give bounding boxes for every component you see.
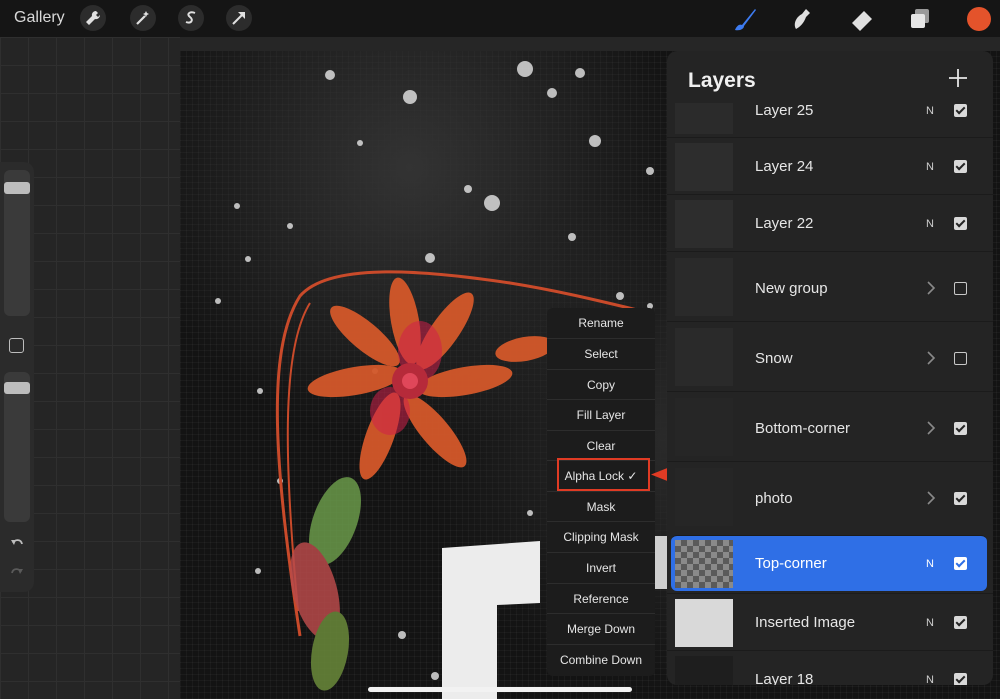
home-indicator[interactable] (368, 687, 632, 692)
brush-icon[interactable] (731, 5, 759, 33)
brush-opacity-slider[interactable] (4, 372, 30, 522)
layer-options-menu: Rename Select Copy Fill Layer Clear Alph… (547, 308, 655, 676)
layer-name: New group (755, 280, 828, 297)
alpha-lock-highlight-box (557, 458, 650, 491)
chevron-right-icon[interactable] (926, 421, 936, 435)
layer-thumbnail (675, 540, 733, 588)
blend-mode-button[interactable]: N (926, 674, 934, 685)
layer-name: Layer 22 (755, 215, 814, 232)
modify-button[interactable] (9, 338, 24, 353)
layer-name: photo (755, 490, 793, 507)
layer-thumbnail (675, 599, 733, 647)
blend-mode-button[interactable]: N (926, 558, 934, 570)
layer-visibility-checkbox[interactable] (954, 217, 967, 230)
group-thumbnail (675, 468, 733, 526)
menu-item-clipping-mask[interactable]: Clipping Mask (547, 521, 655, 551)
layer-visibility-checkbox[interactable] (954, 282, 967, 295)
chevron-right-icon[interactable] (926, 491, 936, 505)
menu-item-merge-down[interactable]: Merge Down (547, 613, 655, 643)
layer-visibility-checkbox[interactable] (954, 492, 967, 505)
brush-sidebar (0, 162, 34, 592)
layer-visibility-checkbox[interactable] (954, 352, 967, 365)
layer-visibility-checkbox[interactable] (954, 673, 967, 685)
layer-name: Bottom-corner (755, 420, 851, 437)
top-toolbar: Gallery (0, 0, 1000, 37)
layer-row-photo[interactable]: photo (667, 461, 993, 531)
selection-s-icon[interactable] (178, 5, 204, 31)
layer-visibility-checkbox[interactable] (954, 104, 967, 117)
layer-row-bottom-corner[interactable]: Bottom-corner (667, 391, 993, 461)
chevron-right-icon[interactable] (926, 351, 936, 365)
layer-name: Inserted Image (755, 614, 856, 631)
menu-item-invert[interactable]: Invert (547, 552, 655, 582)
layers-title: Layers (688, 69, 756, 92)
menu-item-combine-down[interactable]: Combine Down (547, 644, 655, 674)
wrench-icon[interactable] (80, 5, 106, 31)
blend-mode-button[interactable]: N (926, 617, 934, 629)
layer-name: Layer 18 (755, 671, 814, 685)
add-layer-icon[interactable] (948, 68, 968, 88)
layer-row-layer-18[interactable]: Layer 18 N (667, 650, 993, 685)
menu-item-fill-layer[interactable]: Fill Layer (547, 399, 655, 429)
layer-row-layer-25[interactable]: Layer 25 N (667, 103, 993, 137)
layer-thumbnail (675, 200, 733, 248)
magic-wand-icon[interactable] (130, 5, 156, 31)
layer-row-layer-22[interactable]: Layer 22 N (667, 194, 993, 251)
menu-item-rename[interactable]: Rename (547, 308, 655, 338)
brush-size-handle[interactable] (4, 182, 30, 194)
undo-icon[interactable] (9, 535, 25, 551)
layers-list: Layer 25 N Layer 24 N Layer 22 N New gro… (667, 103, 993, 685)
layers-panel: Layers Layer 25 N Layer 24 N Layer 22 N … (667, 51, 993, 685)
brush-opacity-handle[interactable] (4, 382, 30, 394)
layer-row-new-group[interactable]: New group (667, 251, 993, 321)
layer-visibility-checkbox[interactable] (954, 557, 967, 570)
layer-visibility-checkbox[interactable] (954, 160, 967, 173)
redo-icon[interactable] (9, 564, 25, 580)
blend-mode-button[interactable]: N (926, 105, 934, 117)
layer-name: Top-corner (755, 555, 827, 572)
menu-item-clear[interactable]: Clear (547, 430, 655, 460)
layer-visibility-checkbox[interactable] (954, 422, 967, 435)
menu-item-mask[interactable]: Mask (547, 491, 655, 521)
brush-size-slider[interactable] (4, 170, 30, 316)
transform-arrow-icon[interactable] (226, 5, 252, 31)
eraser-icon[interactable] (848, 5, 876, 33)
layer-name: Layer 24 (755, 158, 814, 175)
layer-thumbnail (675, 143, 733, 191)
workspace-top-strip (180, 37, 1000, 51)
layer-thumbnail (675, 103, 733, 134)
chevron-right-icon[interactable] (926, 281, 936, 295)
group-thumbnail (675, 328, 733, 386)
layer-visibility-checkbox[interactable] (954, 616, 967, 629)
layer-row-top-corner[interactable]: Top-corner N (671, 535, 987, 591)
group-thumbnail (675, 398, 733, 456)
layer-row-snow[interactable]: Snow (667, 321, 993, 391)
layers-icon[interactable] (906, 5, 934, 33)
layer-name: Snow (755, 350, 793, 367)
layer-thumbnail (675, 656, 733, 685)
smudge-icon[interactable] (788, 5, 816, 33)
blend-mode-button[interactable]: N (926, 218, 934, 230)
gallery-button[interactable]: Gallery (14, 9, 65, 27)
blend-mode-button[interactable]: N (926, 161, 934, 173)
menu-item-reference[interactable]: Reference (547, 583, 655, 613)
layer-row-layer-24[interactable]: Layer 24 N (667, 137, 993, 194)
menu-item-copy[interactable]: Copy (547, 369, 655, 399)
layer-name: Layer 25 (755, 103, 814, 119)
procreate-screen: Gallery Rename Select Copy Fill Layer Cl… (0, 0, 1000, 699)
color-picker-button[interactable] (967, 7, 991, 31)
menu-item-select[interactable]: Select (547, 338, 655, 368)
group-thumbnail (675, 258, 733, 316)
layer-row-inserted-image[interactable]: Inserted Image N (667, 593, 993, 650)
